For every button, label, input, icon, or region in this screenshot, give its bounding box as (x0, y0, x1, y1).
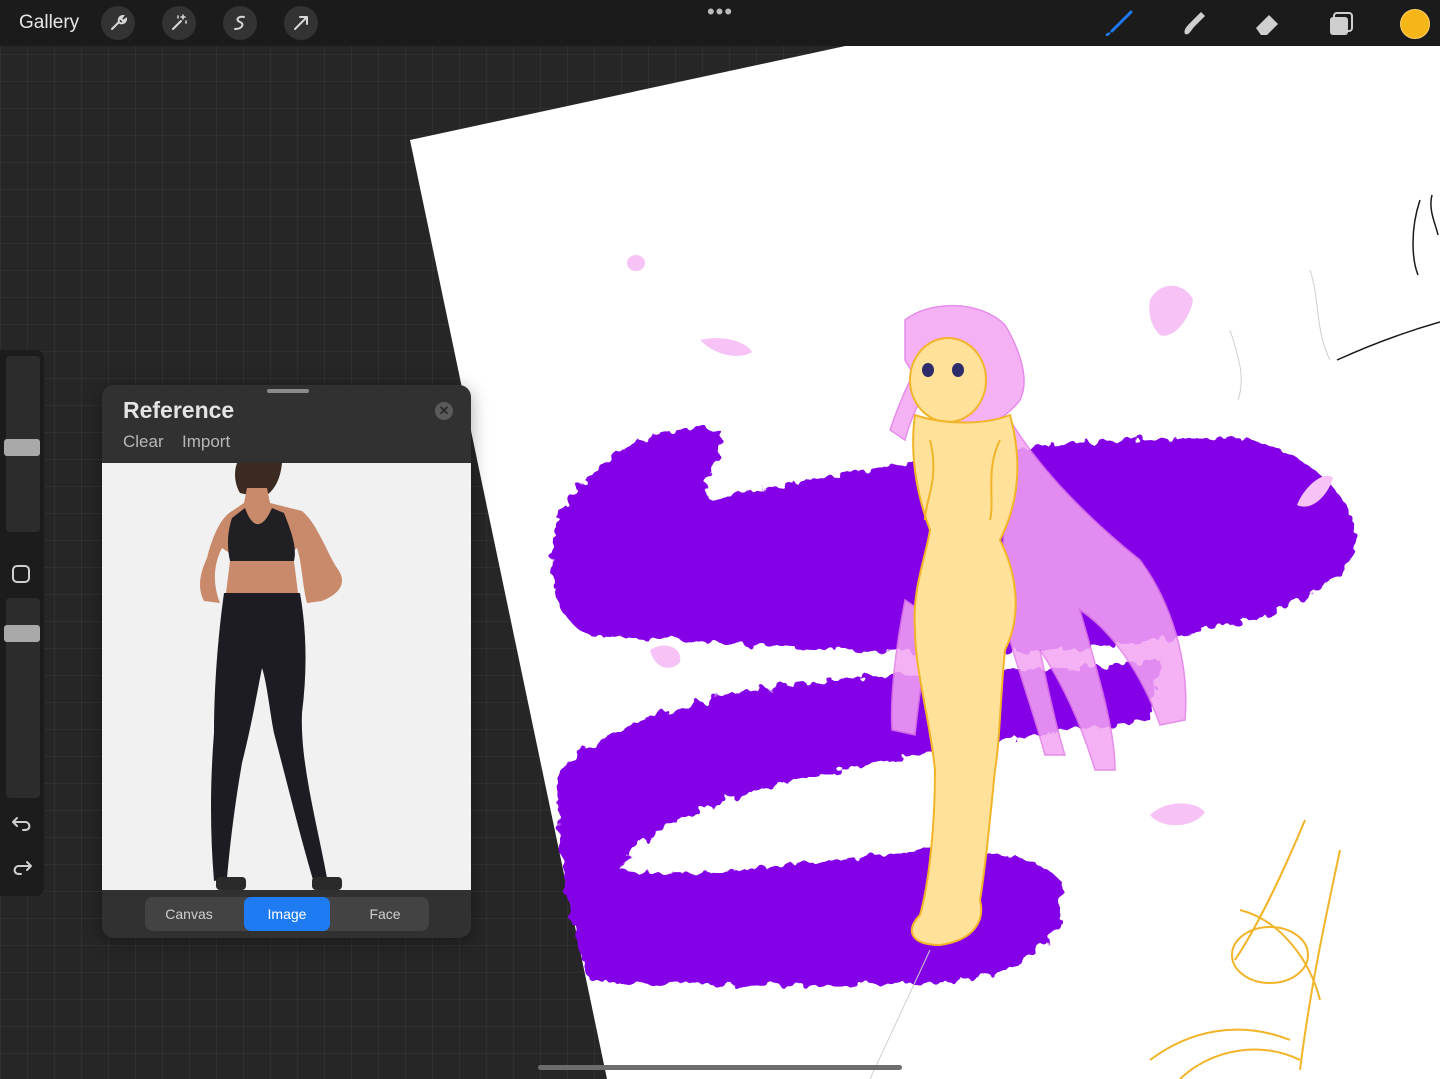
left-sidebar (0, 350, 44, 896)
smudge-icon[interactable] (1177, 8, 1209, 40)
import-button[interactable]: Import (182, 432, 230, 452)
brush-size-handle[interactable] (4, 438, 40, 456)
clear-button[interactable]: Clear (123, 432, 164, 452)
redo-icon[interactable] (10, 856, 34, 880)
modify-button[interactable] (12, 565, 30, 583)
tab-canvas[interactable]: Canvas (145, 897, 233, 931)
tab-face[interactable]: Face (341, 897, 429, 931)
panel-drag-handle[interactable] (267, 389, 309, 393)
actions-button[interactable] (101, 6, 135, 40)
transform-arrow-icon (294, 16, 308, 30)
reference-mode-tabs: Canvas Image Face (145, 897, 429, 931)
opacity-handle[interactable] (4, 625, 40, 643)
home-indicator[interactable] (538, 1065, 902, 1070)
tab-image[interactable]: Image (244, 897, 330, 931)
color-picker-button[interactable] (1400, 9, 1430, 39)
eraser-icon[interactable] (1251, 8, 1283, 40)
gallery-button[interactable]: Gallery (19, 12, 79, 34)
magic-wand-icon (172, 14, 187, 30)
layers-icon[interactable] (1325, 8, 1357, 40)
close-icon[interactable]: ✕ (435, 402, 453, 420)
more-options-button[interactable]: ••• (706, 1, 734, 23)
top-toolbar: Gallery ••• (0, 0, 1440, 46)
brush-icon[interactable] (1103, 8, 1135, 40)
reference-title: Reference (123, 397, 235, 423)
transform-button[interactable] (284, 6, 318, 40)
reference-photo-figure (102, 463, 471, 890)
adjustments-button[interactable] (162, 6, 196, 40)
reference-panel: Reference ✕ Clear Import Canvas Image Fa… (102, 385, 471, 938)
wrench-icon (111, 14, 128, 30)
selection-icon (234, 15, 245, 30)
selection-button[interactable] (223, 6, 257, 40)
undo-icon[interactable] (10, 812, 34, 836)
reference-image (102, 463, 471, 890)
